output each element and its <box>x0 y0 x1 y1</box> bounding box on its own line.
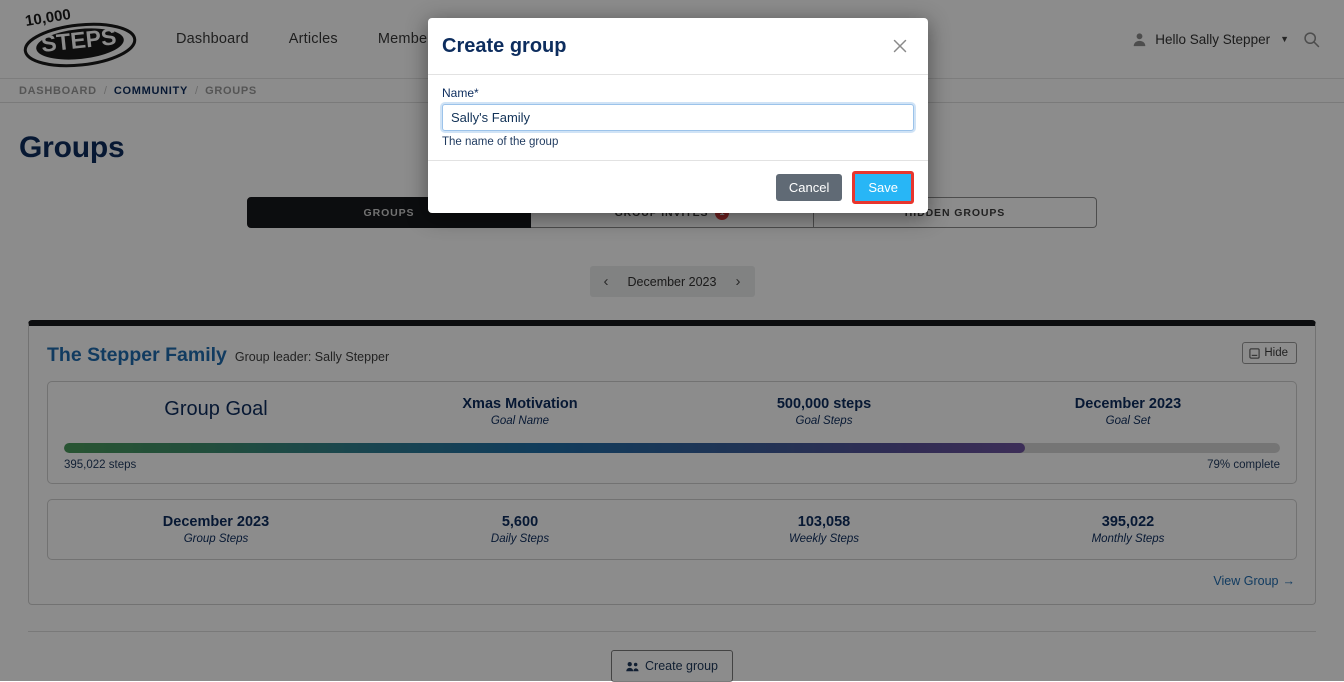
modal-title: Create group <box>442 35 566 58</box>
create-group-modal: Create group Name* The name of the group… <box>428 18 928 213</box>
modal-footer: Cancel Save <box>428 161 928 213</box>
modal-body: Name* The name of the group <box>428 75 928 161</box>
close-icon[interactable] <box>890 36 910 56</box>
name-field-help: The name of the group <box>442 136 914 148</box>
name-field-label: Name* <box>442 86 914 100</box>
cancel-button[interactable]: Cancel <box>776 174 842 201</box>
modal-header: Create group <box>428 18 928 75</box>
save-button-highlight: Save <box>852 171 914 204</box>
save-button[interactable]: Save <box>855 174 911 201</box>
name-input[interactable] <box>442 104 914 131</box>
